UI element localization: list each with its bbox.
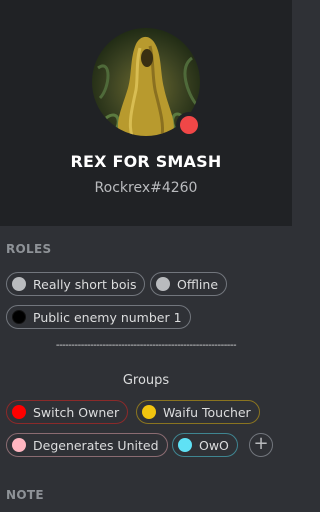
- role-label: Really short bois: [33, 276, 137, 292]
- role-color-dot: [12, 310, 26, 324]
- role-pill[interactable]: Degenerates United: [6, 433, 168, 457]
- profile-header: REX FOR SMASH Rockrex#4260: [0, 0, 292, 226]
- status-dnd-icon: [180, 116, 198, 134]
- role-color-dot: [12, 405, 26, 419]
- role-pill[interactable]: Offline: [150, 272, 228, 296]
- role-color-dot: [12, 277, 26, 291]
- add-role-button[interactable]: +: [249, 433, 273, 457]
- role-color-dot: [12, 438, 26, 452]
- note-section-title: NOTE: [6, 488, 44, 502]
- role-color-dot: [178, 438, 192, 452]
- role-label: Offline: [177, 276, 219, 292]
- role-pill[interactable]: Public enemy number 1: [6, 305, 191, 329]
- role-color-dot: [156, 277, 170, 291]
- role-label: Switch Owner: [33, 404, 120, 420]
- role-label: Degenerates United: [33, 437, 159, 453]
- role-color-dot: [142, 405, 156, 419]
- role-pill[interactable]: Really short bois: [6, 272, 146, 296]
- role-label: Public enemy number 1: [33, 309, 182, 325]
- role-label: OwO: [199, 437, 229, 453]
- avatar[interactable]: [92, 28, 202, 138]
- role-pill[interactable]: Waifu Toucher: [136, 400, 260, 424]
- groups-label: Groups: [122, 373, 170, 388]
- roles-section-title: ROLES: [6, 242, 52, 256]
- divider-text: ----------------------------------------…: [55, 340, 237, 351]
- role-pill[interactable]: Switch Owner: [6, 400, 129, 424]
- user-tag[interactable]: Rockrex#4260: [0, 180, 292, 196]
- role-label: Waifu Toucher: [163, 404, 251, 420]
- role-pill[interactable]: OwO: [172, 433, 238, 457]
- username: REX FOR SMASH: [70, 152, 222, 171]
